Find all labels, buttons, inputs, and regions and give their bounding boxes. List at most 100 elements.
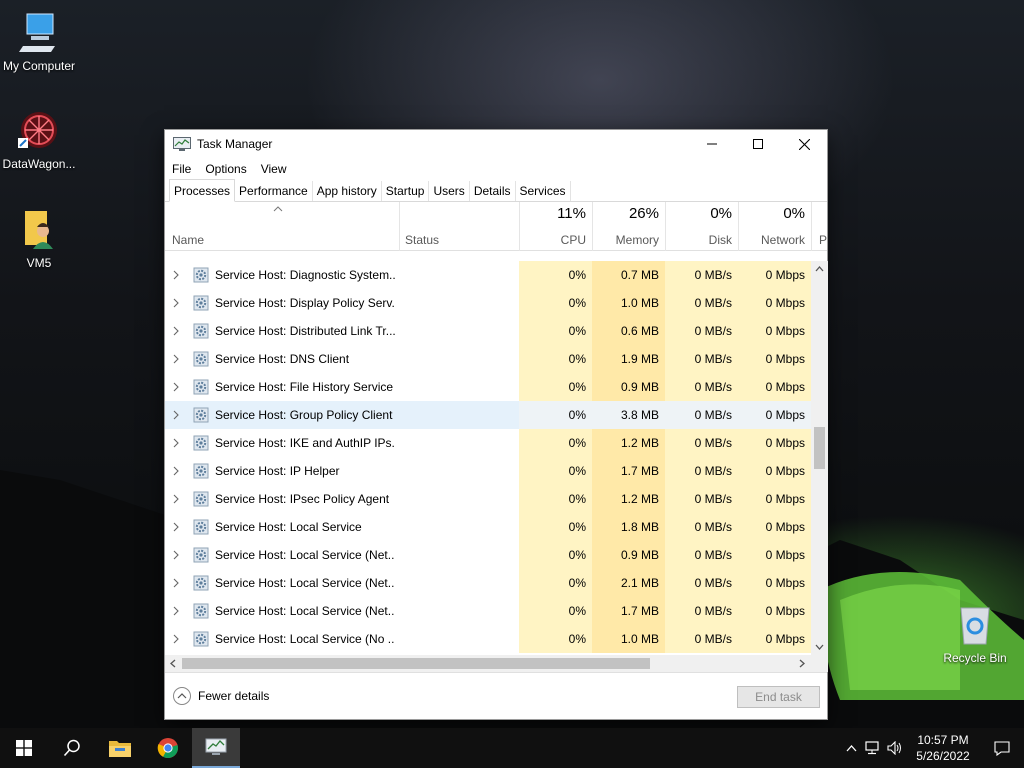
process-row[interactable]: Service Host: Display Policy Serv... 0% 1.… xyxy=(165,289,811,317)
vertical-scrollbar[interactable] xyxy=(811,261,828,655)
process-row[interactable]: Service Host: Distributed Link Tr... 0% 0.… xyxy=(165,317,811,345)
service-gear-icon xyxy=(193,407,209,423)
menu-view[interactable]: View xyxy=(261,162,287,176)
sort-up-icon xyxy=(273,206,283,212)
process-row[interactable]: Service Host: IKE and AuthIP IPs... 0% 1.2… xyxy=(165,429,811,457)
tab-services[interactable]: Services xyxy=(516,181,571,201)
menu-options[interactable]: Options xyxy=(205,162,246,176)
desktop-icon-my-computer[interactable]: My Computer xyxy=(0,10,78,73)
desktop-icon-datawagon[interactable]: DataWagon... xyxy=(0,108,78,171)
process-memory: 1.7 MB xyxy=(592,457,665,485)
minimize-button[interactable] xyxy=(689,130,735,158)
process-disk: 0 MB/s xyxy=(665,345,738,373)
column-cpu[interactable]: 11% CPU xyxy=(519,202,592,251)
menu-file[interactable]: File xyxy=(172,162,191,176)
close-button[interactable] xyxy=(781,130,827,158)
maximize-button[interactable] xyxy=(735,130,781,158)
cpu-label: CPU xyxy=(560,233,586,247)
desktop-icon-recycle-bin[interactable]: Recycle Bin xyxy=(936,602,1014,665)
tab-app-history[interactable]: App history xyxy=(313,181,382,201)
expand-chevron-icon[interactable] xyxy=(173,401,183,429)
expand-chevron-icon[interactable] xyxy=(173,261,183,289)
column-status-label: Status xyxy=(405,233,440,247)
process-row[interactable]: Service Host: Local Service (Net... 0% 2.1… xyxy=(165,569,811,597)
process-network: 0 Mbps xyxy=(738,261,811,289)
process-row[interactable]: Service Host: Local Service (Net... 0% 0.9… xyxy=(165,541,811,569)
action-center-button[interactable] xyxy=(980,728,1024,768)
title-bar[interactable]: Task Manager xyxy=(165,130,827,158)
service-gear-icon xyxy=(193,351,209,367)
show-hidden-icons-button[interactable] xyxy=(840,728,862,768)
tab-startup[interactable]: Startup xyxy=(382,181,430,201)
service-gear-icon xyxy=(193,603,209,619)
process-row[interactable]: Service Host: Local Service (No ... 0% 1.0… xyxy=(165,625,811,653)
fewer-details-button[interactable]: Fewer details xyxy=(173,687,269,705)
tab-details[interactable]: Details xyxy=(470,181,516,201)
process-disk: 0 MB/s xyxy=(665,401,738,429)
volume-button[interactable] xyxy=(884,728,906,768)
start-button[interactable] xyxy=(0,728,48,768)
vertical-scroll-thumb[interactable] xyxy=(814,427,825,469)
column-next[interactable]: P xyxy=(811,202,827,251)
process-row[interactable]: Service Host: IP Helper 0% 1.7 MB 0 MB/s 0 M… xyxy=(165,457,811,485)
process-cpu: 0% xyxy=(519,513,592,541)
tab-users[interactable]: Users xyxy=(429,181,470,201)
service-gear-icon xyxy=(193,463,209,479)
network-percent: 0% xyxy=(783,205,805,222)
expand-chevron-icon[interactable] xyxy=(173,457,183,485)
network-button[interactable] xyxy=(862,728,884,768)
file-explorer-button[interactable] xyxy=(96,728,144,768)
memory-percent: 26% xyxy=(628,205,659,222)
expand-chevron-icon[interactable] xyxy=(173,569,183,597)
expand-chevron-icon[interactable] xyxy=(173,289,183,317)
task-manager-icon xyxy=(173,137,191,151)
expand-chevron-icon[interactable] xyxy=(173,513,183,541)
process-status xyxy=(399,513,519,541)
end-task-button[interactable]: End task xyxy=(737,686,820,708)
process-row[interactable]: Service Host: Local Service (Net... 0% 1.7… xyxy=(165,597,811,625)
horizontal-scrollbar[interactable] xyxy=(165,655,811,672)
desktop-icon-vm5[interactable]: VM5 xyxy=(0,207,78,270)
expand-chevron-icon[interactable] xyxy=(173,429,183,457)
expand-chevron-icon[interactable] xyxy=(173,625,183,653)
process-memory: 0.9 MB xyxy=(592,373,665,401)
column-status[interactable]: Status xyxy=(399,202,519,251)
process-row[interactable]: Service Host: IPsec Policy Agent 0% 1.2 MB… xyxy=(165,485,811,513)
process-name: Service Host: Local Service (Net... xyxy=(215,548,395,562)
scroll-left-icon xyxy=(170,659,176,668)
column-memory[interactable]: 26% Memory xyxy=(592,202,665,251)
column-name[interactable]: Name xyxy=(165,202,399,251)
expand-chevron-icon[interactable] xyxy=(173,541,183,569)
tab-performance[interactable]: Performance xyxy=(235,181,313,201)
horizontal-scroll-thumb[interactable] xyxy=(182,658,650,669)
process-network: 0 Mbps xyxy=(738,625,811,653)
process-row[interactable]: Service Host: Group Policy Client 0% 3.8 M… xyxy=(165,401,811,429)
process-cpu: 0% xyxy=(519,289,592,317)
column-name-label: Name xyxy=(172,233,205,247)
memory-label: Memory xyxy=(615,233,659,247)
clock[interactable]: 10:57 PM 5/26/2022 xyxy=(912,732,974,764)
expand-chevron-icon[interactable] xyxy=(173,485,183,513)
expand-chevron-icon[interactable] xyxy=(173,373,183,401)
expand-chevron-icon[interactable] xyxy=(173,317,183,345)
footer: Fewer details End task xyxy=(165,672,827,720)
process-network: 0 Mbps xyxy=(738,429,811,457)
process-row[interactable]: Service Host: Diagnostic System... 0% 0.7 … xyxy=(165,261,811,289)
process-status xyxy=(399,457,519,485)
process-name: Service Host: File History Service xyxy=(215,380,394,394)
process-status xyxy=(399,625,519,653)
tab-processes[interactable]: Processes xyxy=(169,179,236,202)
process-cpu: 0% xyxy=(519,625,592,653)
process-row[interactable]: Service Host: Local Service 0% 1.8 MB 0 MB/… xyxy=(165,513,811,541)
search-button[interactable] xyxy=(48,728,96,768)
expand-chevron-icon[interactable] xyxy=(173,597,183,625)
expand-chevron-icon[interactable] xyxy=(173,345,183,373)
column-network[interactable]: 0% Network xyxy=(738,202,811,251)
task-manager-taskbar-button[interactable] xyxy=(192,728,240,768)
process-row[interactable]: Service Host: File History Service 0% 0.9 … xyxy=(165,373,811,401)
scroll-right-icon xyxy=(799,659,805,668)
windows-start-icon xyxy=(16,740,32,756)
process-row[interactable]: Service Host: DNS Client 0% 1.9 MB 0 MB/s 0 … xyxy=(165,345,811,373)
column-disk[interactable]: 0% Disk xyxy=(665,202,738,251)
chrome-button[interactable] xyxy=(144,728,192,768)
